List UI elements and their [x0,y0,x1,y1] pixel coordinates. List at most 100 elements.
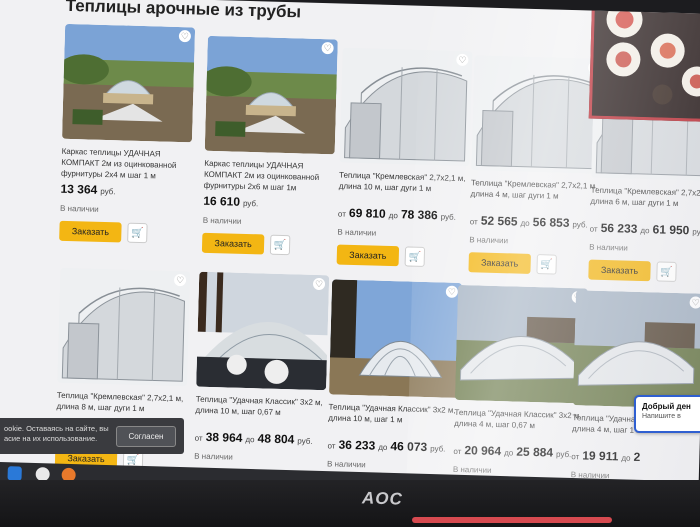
product-name[interactable]: Теплица "Кремлевская" 2,7х2,1 м, длина 1… [338,170,469,207]
action-row: Заказать🛒 [59,220,190,245]
price-value: 13 364 [60,181,98,197]
product-name[interactable]: Теплица "Удачная Классик" 3х2 м, длина 4… [454,407,585,444]
product-card: ♡ Каркас теплицы УДАЧНАЯ КОМПАКТ 2м из оц… [59,23,196,245]
price-currency: руб. [572,220,588,230]
chat-widget[interactable]: Добрый ден Напишите в [634,395,700,433]
favorite-heart-icon[interactable]: ♡ [689,296,700,309]
price-to-label: до [621,453,631,463]
product-photo[interactable]: ♡ [204,35,338,155]
product-card: ♡Теплица "Удачная Классик" 3х2 м, длина … [569,290,700,492]
product-photo[interactable]: ♡ [61,23,196,143]
price-from-label: от [469,217,478,227]
stock-status: В наличии [326,459,366,470]
price-from-label: от [453,446,462,457]
product-photo[interactable]: ♡ [572,290,700,409]
price-to: 25 884 [516,444,554,460]
price-currency: руб. [297,436,313,446]
cart-icon[interactable]: 🛒 [269,234,291,256]
photo-frame: Теплицы арочные из трубы ♡ Каркас теплицы… [0,0,700,527]
product-name[interactable]: Теплица "Удачная Классик" 3х2 м, длина 1… [328,401,459,438]
action-row: Заказать🛒 [336,244,468,269]
product-name[interactable]: Теплица "Кремлевская" 2,7х2,1 м, длина 6… [590,185,700,222]
cart-icon[interactable]: 🛒 [656,261,677,282]
price-from-label: от [337,209,347,219]
order-button[interactable]: Заказать [59,220,122,243]
price-from-label: от [589,224,598,234]
price-currency: руб. [555,449,572,460]
product-card: ♡ Каркас теплицы УДАЧНАЯ КОМПАКТ 2м из оц… [201,35,338,257]
sushi-photo [588,10,700,122]
chat-subtitle: Напишите в [642,413,681,420]
page-title: Теплицы арочные из трубы [65,0,302,22]
price-from: 20 964 [464,443,502,459]
price-to-label: до [640,225,650,236]
price-to: 78 386 [400,207,438,223]
action-row: Заказать🛒 [588,259,700,284]
order-button[interactable]: Заказать [588,259,651,282]
product-price: от 19 911 до 2 [571,448,700,466]
product-name[interactable]: Каркас теплицы УДАЧНАЯ КОМПАКТ 2м из оци… [204,158,335,195]
order-button[interactable]: Заказать [468,252,531,274]
price-to: 56 853 [532,214,570,230]
price-from: 38 964 [205,429,243,445]
price-from: 19 911 [582,448,619,464]
stock-status: В наличии [202,215,242,226]
product-price: от 52 565 до 56 853 руб. [470,213,600,231]
price-from-label: от [194,433,203,443]
product-card: ♡Теплица "Удачная Классик" 3х2 м, длина … [326,279,463,492]
desk-object [412,517,612,523]
product-price: от 38 964 до 48 804 руб. [195,430,325,448]
product-photo[interactable]: ♡ [339,47,473,167]
chat-title: Добрый ден [642,402,691,411]
stock-status: В наличии [469,235,509,246]
product-card: ♡Теплица "Удачная Классик" 3х2 м, длина … [193,271,330,492]
order-button[interactable]: Заказать [336,244,400,267]
product-price: от 69 810 до 78 386 руб. [338,206,468,224]
stock-status: В наличии [589,242,628,253]
cookie-banner: ookie. Оставаясь на сайте, вы асие на их… [0,418,184,454]
stock-status: В наличии [194,451,233,462]
price-currency: руб. [100,186,116,197]
stock-status: В наличии [337,227,377,238]
product-photo[interactable]: ♡ [454,284,589,404]
cart-icon[interactable]: 🛒 [127,222,148,244]
price-to-label: до [504,448,514,458]
product-price: 13 364 руб. [60,182,190,200]
price-to: 2 [633,449,641,465]
product-photo[interactable]: ♡ [328,279,463,398]
cookie-text: ookie. Оставаясь на сайте, вы асие на их… [4,424,109,443]
order-button[interactable]: Заказать [201,232,265,255]
cookie-accept-button[interactable]: Согласен [116,426,176,447]
price-from: 69 810 [348,205,386,221]
product-price: от 56 233 до 61 950 руб. [590,221,700,239]
action-row: Заказать🛒 [201,232,333,257]
price-to: 48 804 [257,431,295,447]
action-row: Заказать🛒 [468,252,599,276]
monitor-logo: AOC [361,488,404,509]
product-price: 16 610 руб. [203,194,333,212]
price-from: 56 233 [600,220,638,236]
price-currency: руб. [692,227,700,237]
price-to-label: до [378,442,388,452]
cart-icon[interactable]: 🛒 [404,246,426,267]
price-to: 61 950 [652,222,690,238]
cart-icon[interactable]: 🛒 [536,254,557,275]
product-card: ♡Теплица "Кремлевская" 2,7х2,1 м, длина … [468,55,605,276]
price-to: 46 073 [390,439,428,455]
price-from-label: от [327,441,336,451]
stock-status: В наличии [59,203,99,214]
product-photo[interactable]: ♡ [471,55,605,174]
product-name[interactable]: Теплица "Кремлевская" 2,7х2,1 м, длина 4… [470,177,601,214]
product-card: ♡Теплица "Кремлевская" 2,7х2,1 м, длина … [336,47,473,269]
product-name[interactable]: Каркас теплицы УДАЧНАЯ КОМПАКТ 2м из оци… [61,146,192,183]
price-from-label: от [571,452,580,462]
mail-icon[interactable] [7,466,22,481]
product-name[interactable]: Теплица "Удачная Классик" 3х2 м, длина 1… [195,394,326,431]
product-price: от 20 964 до 25 884 руб. [453,443,583,461]
price-currency: руб. [430,444,446,454]
price-from: 36 233 [338,437,376,453]
product-photo[interactable]: ♡ [57,267,191,387]
product-card: ♡Теплица "Удачная Классик" 3х2 м, длина … [451,284,589,492]
product-photo[interactable]: ♡ [196,271,330,391]
price-to-label: до [388,210,398,221]
